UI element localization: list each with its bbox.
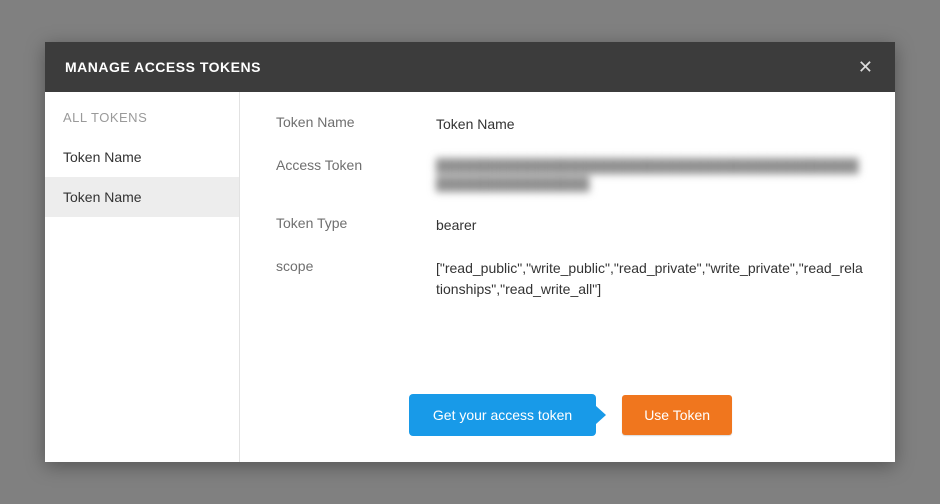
modal-header: MANAGE ACCESS TOKENS ✕: [45, 42, 895, 92]
sidebar: ALL TOKENS Token Name Token Name: [45, 92, 240, 462]
row-token-name: Token Name Token Name: [276, 114, 865, 135]
sidebar-item-token[interactable]: Token Name: [45, 177, 239, 217]
actions-bar: Get your access token Use Token: [276, 374, 865, 436]
row-token-type: Token Type bearer: [276, 215, 865, 236]
blurred-token: ████████████████████████████████████████…: [436, 157, 865, 193]
value-token-name: Token Name: [436, 114, 865, 135]
use-token-button[interactable]: Use Token: [622, 395, 732, 435]
modal-body: ALL TOKENS Token Name Token Name Token N…: [45, 92, 895, 462]
value-scope: ["read_public","write_public","read_priv…: [436, 258, 865, 300]
close-icon[interactable]: ✕: [856, 56, 875, 78]
modal-title: MANAGE ACCESS TOKENS: [65, 59, 261, 75]
manage-tokens-modal: MANAGE ACCESS TOKENS ✕ ALL TOKENS Token …: [45, 42, 895, 462]
label-scope: scope: [276, 258, 436, 274]
value-token-type: bearer: [436, 215, 865, 236]
token-details: Token Name Token Name Access Token █████…: [240, 92, 895, 462]
value-access-token: ████████████████████████████████████████…: [436, 157, 865, 193]
sidebar-item-label: Token Name: [63, 189, 142, 205]
row-access-token: Access Token ███████████████████████████…: [276, 157, 865, 193]
row-scope: scope ["read_public","write_public","rea…: [276, 258, 865, 300]
label-token-type: Token Type: [276, 215, 436, 231]
label-access-token: Access Token: [276, 157, 436, 173]
label-token-name: Token Name: [276, 114, 436, 130]
sidebar-heading: ALL TOKENS: [45, 110, 239, 137]
sidebar-item-label: Token Name: [63, 149, 142, 165]
callout-get-token: Get your access token: [409, 394, 596, 436]
sidebar-item-token[interactable]: Token Name: [45, 137, 239, 177]
